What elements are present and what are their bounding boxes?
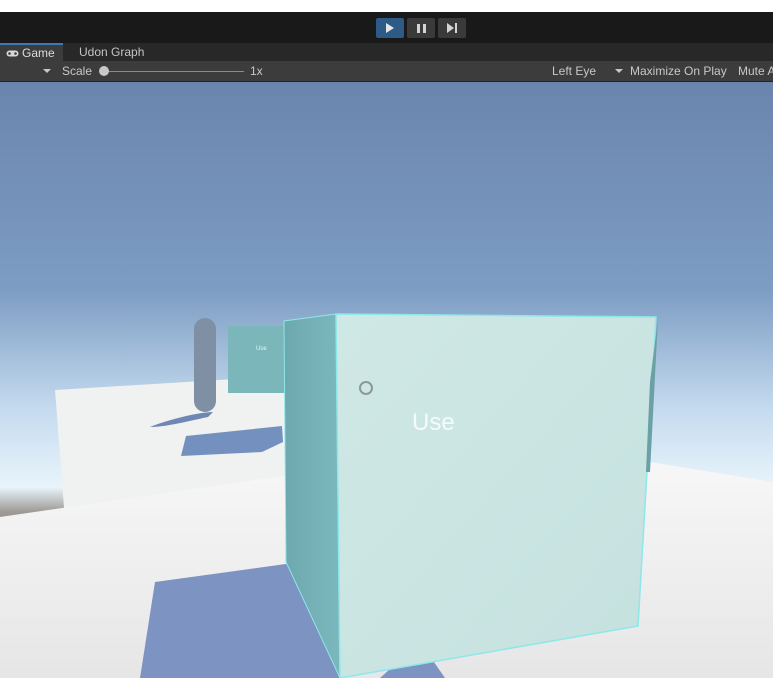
step-icon (447, 23, 457, 33)
scene-render (0, 82, 773, 678)
tab-game-label: Game (22, 46, 55, 60)
big-cube-front-face (335, 313, 657, 678)
editor-tab-bar: Game Udon Graph (0, 43, 773, 61)
pause-button[interactable] (407, 18, 435, 38)
scale-slider-track[interactable] (105, 71, 244, 72)
display-dropdown-icon[interactable] (43, 69, 51, 73)
scale-value: 1x (250, 64, 263, 78)
game-viewport[interactable]: Use Use (0, 82, 773, 678)
mute-audio-toggle[interactable]: Mute A (738, 61, 773, 81)
small-cube (228, 326, 286, 393)
play-toolbar (0, 12, 773, 44)
tab-udon-graph[interactable]: Udon Graph (73, 43, 152, 61)
play-button[interactable] (376, 18, 404, 38)
capsule-object (194, 318, 216, 412)
window-top-strip (0, 0, 773, 12)
big-cube-label: Use (412, 409, 455, 436)
crosshair-reticle (359, 381, 373, 395)
scale-label: Scale (62, 64, 93, 78)
pause-icon (416, 23, 426, 33)
small-cube-label: Use (256, 346, 267, 352)
maximize-on-play-toggle[interactable]: Maximize On Play (630, 61, 727, 81)
step-button[interactable] (438, 18, 466, 38)
gamepad-icon (6, 50, 19, 57)
tab-game[interactable]: Game (0, 43, 63, 61)
eye-select[interactable]: Left Eye (552, 61, 596, 81)
scale-slider-handle[interactable] (99, 66, 109, 76)
maximize-dropdown-icon[interactable] (615, 69, 623, 73)
play-icon (386, 23, 394, 33)
tab-udon-graph-label: Udon Graph (79, 45, 145, 59)
